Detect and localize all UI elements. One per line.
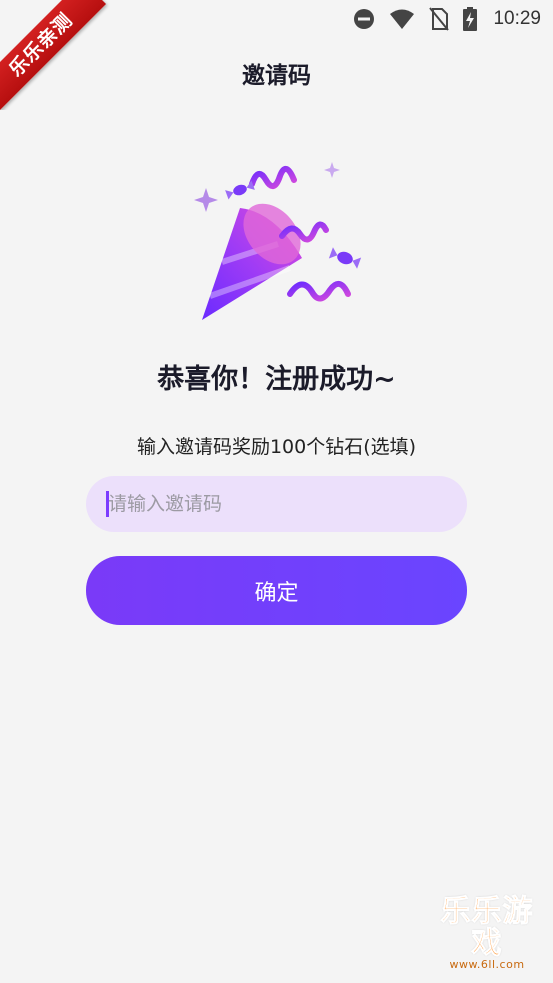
battery-charging-icon — [463, 7, 478, 31]
watermark-logo: 乐乐游戏 www.6ll.com — [427, 894, 547, 971]
text-cursor — [106, 491, 109, 517]
watermark-url: www.6ll.com — [449, 958, 525, 971]
page-title: 邀请码 — [242, 63, 311, 89]
watermark-title: 乐乐游戏 — [440, 894, 534, 961]
invite-code-field[interactable] — [86, 476, 467, 532]
invite-code-input[interactable] — [86, 476, 467, 532]
status-time: 10:29 — [493, 8, 541, 29]
party-popper-icon — [180, 150, 380, 335]
ribbon-label: 乐乐亲测 — [0, 0, 107, 110]
do-not-disturb-icon — [353, 8, 375, 30]
corner-ribbon: 乐乐亲测 — [0, 0, 110, 110]
no-sim-icon — [429, 7, 450, 31]
wifi-icon — [389, 8, 415, 30]
invite-reward-text: 输入邀请码奖励100个钻石(选填) — [136, 436, 417, 458]
status-icons: 10:29 — [353, 6, 541, 32]
success-headline: 恭喜你！注册成功~ — [157, 364, 396, 395]
confirm-button[interactable]: 确定 — [86, 556, 467, 625]
